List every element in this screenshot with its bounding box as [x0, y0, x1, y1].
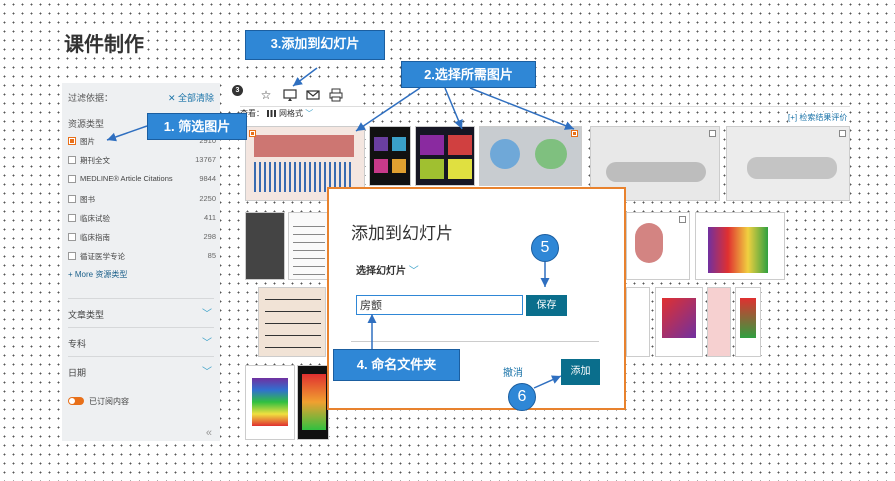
- image-thumbnail[interactable]: [479, 126, 582, 186]
- image-thumbnail[interactable]: [707, 287, 731, 357]
- chevron-down-icon: ﹀: [202, 367, 212, 378]
- resource-type-label: 资源类型: [68, 119, 105, 129]
- filter-label: 期刊全文: [80, 156, 110, 165]
- checkbox[interactable]: [68, 214, 76, 222]
- filter-label: MEDLINE® Article Citations: [80, 174, 173, 183]
- accordion-date[interactable]: 日期 ﹀: [68, 356, 214, 382]
- slideshow-icon[interactable]: [283, 88, 297, 102]
- accordion-label: 文章类型: [68, 310, 105, 320]
- filter-label: 循证医学专论: [80, 252, 125, 261]
- cancel-link[interactable]: 撤消: [503, 364, 523, 379]
- filter-label: 临床指南: [80, 233, 110, 242]
- save-button[interactable]: 保存: [526, 295, 567, 316]
- chevron-down-icon: ﹀: [202, 309, 212, 320]
- image-thumbnail[interactable]: [369, 126, 411, 186]
- subscribed-toggle[interactable]: [68, 397, 84, 405]
- checkbox[interactable]: [68, 175, 76, 183]
- callout-step-2: 2.选择所需图片: [401, 61, 536, 88]
- more-types-link[interactable]: + More 资源类型: [68, 269, 127, 280]
- filter-item-medline[interactable]: MEDLINE® Article Citations 9844: [68, 173, 216, 187]
- image-thumbnail[interactable]: [726, 126, 850, 201]
- star-icon[interactable]: ☆: [259, 88, 273, 102]
- callout-step-5: 5: [531, 234, 559, 262]
- view-mode-row: 查看： 网格式 ﹀: [240, 108, 370, 124]
- slide-name-input[interactable]: [356, 295, 523, 315]
- filter-count: 411: [204, 213, 216, 222]
- callout-step-1: 1. 筛选图片: [147, 113, 247, 140]
- image-thumbnail[interactable]: [415, 126, 475, 186]
- grid-view-icon[interactable]: [267, 110, 276, 117]
- filter-label: 图书: [80, 195, 95, 204]
- page-title: 课件制作: [62, 28, 146, 57]
- thumbnail-checkbox[interactable]: [839, 130, 846, 137]
- image-thumbnail[interactable]: [695, 212, 785, 280]
- image-thumbnail[interactable]: [626, 212, 690, 280]
- chevron-down-icon: ﹀: [303, 109, 314, 118]
- checkbox[interactable]: [68, 137, 76, 145]
- choose-slides-dropdown[interactable]: 选择幻灯片 ﹀: [356, 262, 419, 277]
- image-thumbnail[interactable]: [245, 365, 295, 440]
- selected-count-badge: 3: [232, 85, 243, 96]
- chevron-down-icon: ﹀: [202, 338, 212, 349]
- checkbox[interactable]: [68, 252, 76, 260]
- callout-step-3: 3.添加到幻灯片: [245, 30, 385, 60]
- dialog-divider: [351, 341, 599, 342]
- callout-step-6: 6: [508, 383, 536, 411]
- filter-count: 9844: [199, 174, 216, 183]
- print-icon[interactable]: [329, 88, 343, 102]
- choose-slides-label: 选择幻灯片: [356, 266, 406, 277]
- filter-label: 图片: [80, 137, 95, 146]
- accordion-specialty[interactable]: 专科 ﹀: [68, 327, 214, 353]
- image-thumbnail[interactable]: [735, 287, 761, 357]
- accordion-article-type[interactable]: 文章类型 ﹀: [68, 298, 214, 324]
- filter-item-clinical-trials[interactable]: 临床试验 411: [68, 212, 216, 226]
- toolbar-divider: [240, 106, 850, 107]
- image-thumbnail[interactable]: [297, 365, 329, 440]
- filter-item-ebm[interactable]: 循证医学专论 85: [68, 250, 216, 264]
- accordion-label: 专科: [68, 339, 87, 349]
- callout-step-4: 4. 命名文件夹: [333, 349, 460, 381]
- filter-item-books[interactable]: 图书 2250: [68, 193, 216, 207]
- filter-item-journals[interactable]: 期刊全文 13767: [68, 154, 216, 168]
- filter-header: 过滤依据：: [68, 93, 114, 103]
- filter-count: 13767: [195, 155, 216, 164]
- search-eval-link[interactable]: [+] 检索结果评价: [788, 112, 848, 123]
- checkbox[interactable]: [68, 156, 76, 164]
- view-mode-select[interactable]: 网格式: [279, 109, 303, 118]
- thumbnail-checkbox[interactable]: [571, 130, 578, 137]
- chevron-down-icon: ﹀: [408, 266, 419, 277]
- add-button[interactable]: 添加: [561, 359, 600, 385]
- filter-label: 临床试验: [80, 214, 110, 223]
- thumbnail-checkbox[interactable]: [249, 130, 256, 137]
- filter-item-guidelines[interactable]: 临床指南 298: [68, 231, 216, 245]
- filter-count: 2250: [199, 194, 216, 203]
- dialog-title: 添加到幻灯片: [351, 224, 453, 243]
- thumbnail-checkbox[interactable]: [709, 130, 716, 137]
- collapse-sidebar-icon[interactable]: «: [206, 427, 212, 439]
- image-thumbnail[interactable]: [258, 287, 326, 357]
- filter-count: 85: [207, 251, 216, 260]
- image-thumbnail[interactable]: [655, 287, 703, 357]
- checkbox[interactable]: [68, 195, 76, 203]
- subscribed-toggle-label: 已订阅内容: [89, 397, 129, 406]
- image-thumbnail[interactable]: [245, 212, 285, 280]
- accordion-label: 日期: [68, 368, 87, 378]
- image-thumbnail[interactable]: [626, 287, 650, 357]
- filter-count: 298: [203, 232, 216, 241]
- checkbox[interactable]: [68, 233, 76, 241]
- email-icon[interactable]: [306, 88, 320, 102]
- clear-all-link[interactable]: ✕ 全部清除: [168, 91, 214, 104]
- image-thumbnail[interactable]: [288, 212, 328, 280]
- thumbnail-checkbox[interactable]: [679, 216, 686, 223]
